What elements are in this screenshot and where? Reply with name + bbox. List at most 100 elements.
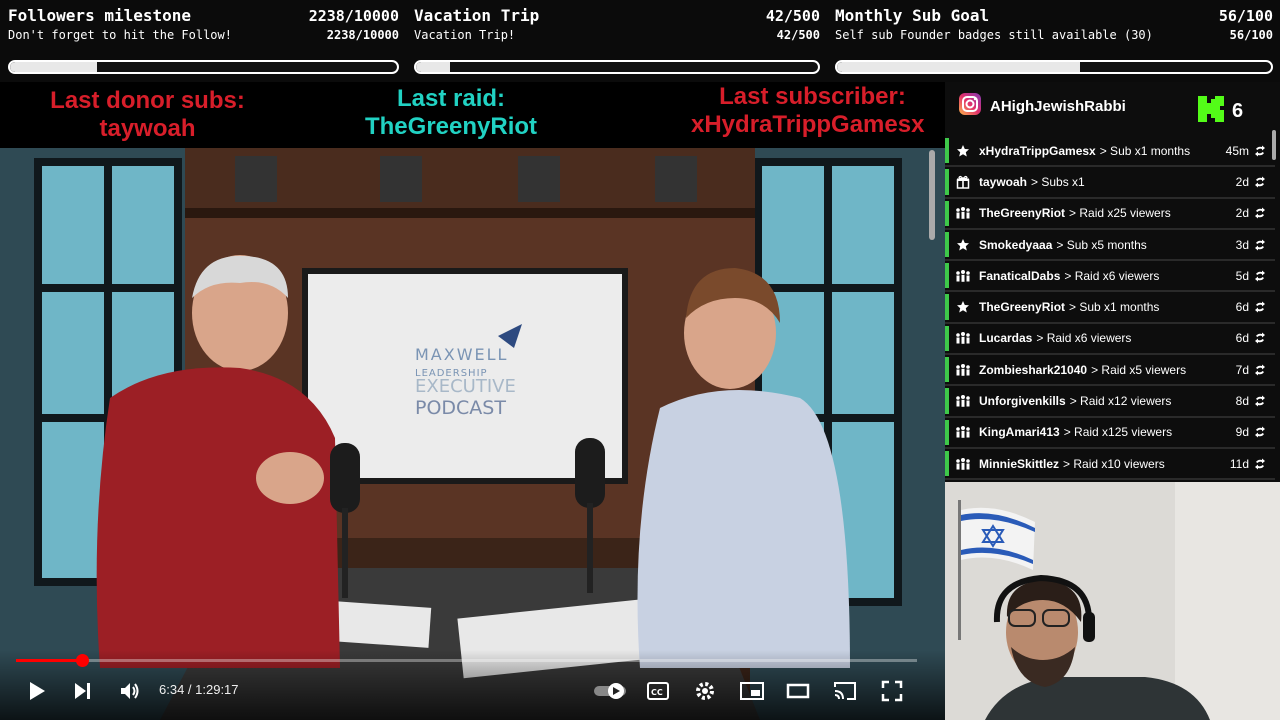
event-time: 11d bbox=[1229, 456, 1249, 471]
kick-viewers: 6 bbox=[1196, 94, 1243, 128]
left-scrollbar[interactable] bbox=[929, 150, 935, 240]
seek-bar[interactable] bbox=[16, 654, 917, 667]
event-row[interactable]: TheGreenyRiot > Raid x25 viewers 2d bbox=[945, 198, 1275, 230]
replay-icon[interactable] bbox=[1253, 238, 1267, 252]
seek-played bbox=[16, 659, 83, 662]
replay-icon[interactable] bbox=[1253, 144, 1267, 158]
kick-viewer-count: 6 bbox=[1232, 99, 1244, 122]
event-action: > Subs x1 bbox=[1031, 174, 1085, 189]
event-row[interactable]: xHydraTrippGamesx > Sub x1 months 45m bbox=[945, 136, 1275, 168]
play-icon[interactable] bbox=[24, 678, 50, 704]
replay-icon[interactable] bbox=[1253, 331, 1267, 345]
goal-vacation: Vacation Trip 42/500 Vacation Trip! 42/5… bbox=[414, 6, 820, 80]
event-user: TheGreenyRiot bbox=[979, 206, 1066, 221]
event-accent-bar bbox=[945, 169, 949, 195]
event-action: > Raid x6 viewers bbox=[1036, 331, 1132, 346]
replay-icon[interactable] bbox=[1253, 457, 1267, 471]
event-accent-bar bbox=[945, 419, 949, 445]
instagram-handle: AHighJewishRabbi bbox=[990, 97, 1126, 115]
event-user: MinnieSkittlez bbox=[979, 456, 1060, 471]
video-player[interactable]: MAXWELL LEADERSHIP EXECUTIVE PODCAST 6:3… bbox=[0, 148, 945, 720]
goal-followers: Followers milestone 2238/10000 Don't for… bbox=[8, 6, 399, 80]
raid-icon bbox=[955, 268, 971, 284]
goal-count-small: 42/500 bbox=[776, 28, 820, 42]
event-user: Unforgivenkills bbox=[979, 394, 1066, 409]
event-row[interactable]: MinnieSkittlez > Raid x10 viewers 11d bbox=[945, 448, 1275, 481]
event-row[interactable]: Smokedyaaa > Sub x5 months 3d bbox=[945, 229, 1275, 262]
event-action: > Sub x1 months bbox=[1099, 143, 1191, 158]
replay-icon[interactable] bbox=[1253, 394, 1267, 408]
event-time: 6d bbox=[1235, 300, 1249, 315]
replay-icon[interactable] bbox=[1253, 300, 1267, 314]
star-icon bbox=[955, 299, 971, 315]
goal-progress-fill bbox=[10, 62, 97, 72]
replay-icon[interactable] bbox=[1253, 206, 1267, 220]
fullscreen-icon[interactable] bbox=[879, 678, 905, 704]
replay-icon[interactable] bbox=[1253, 175, 1267, 189]
goal-progress-bar bbox=[835, 60, 1273, 74]
goal-progress-fill bbox=[837, 62, 1081, 72]
replay-icon[interactable] bbox=[1253, 363, 1267, 377]
event-accent-bar bbox=[945, 357, 949, 383]
event-user: Lucardas bbox=[979, 331, 1033, 346]
event-action: > Raid x25 viewers bbox=[1069, 206, 1171, 221]
event-row[interactable]: taywoah > Subs x1 2d bbox=[945, 167, 1275, 199]
goal-monthly-sub: Monthly Sub Goal 56/100 Self sub Founder… bbox=[835, 6, 1273, 80]
volume-icon[interactable] bbox=[117, 678, 143, 704]
event-time: 8d bbox=[1235, 394, 1249, 409]
event-time: 5d bbox=[1235, 268, 1249, 283]
cast-icon[interactable] bbox=[832, 678, 858, 704]
event-row[interactable]: FanaticalDabs > Raid x6 viewers 5d bbox=[945, 261, 1275, 293]
alert-strip: Last donor subs: taywoah Last raid: TheG… bbox=[0, 82, 945, 148]
replay-icon[interactable] bbox=[1253, 425, 1267, 439]
last-raid: Last raid: TheGreenyRiot bbox=[345, 85, 557, 141]
event-row[interactable]: Unforgivenkills > Raid x12 viewers 8d bbox=[945, 386, 1275, 418]
event-row[interactable]: Lucardas > Raid x6 viewers 6d bbox=[945, 323, 1275, 356]
raid-icon bbox=[955, 330, 971, 346]
event-action: > Raid x10 viewers bbox=[1063, 456, 1165, 471]
last-subscriber-value: xHydraTrippGamesx bbox=[691, 111, 925, 138]
last-subscriber-label: Last subscriber: bbox=[719, 83, 906, 110]
raid-icon bbox=[955, 424, 971, 440]
goal-count-small: 56/100 bbox=[1229, 28, 1273, 42]
event-accent-bar bbox=[945, 200, 949, 226]
goal-title: Monthly Sub Goal bbox=[835, 6, 990, 25]
autoplay-toggle-icon[interactable] bbox=[592, 678, 628, 704]
goal-count: 42/500 bbox=[765, 7, 820, 25]
event-row[interactable]: Zombieshark21040 > Raid x5 viewers 7d bbox=[945, 355, 1275, 387]
event-accent-bar bbox=[945, 450, 949, 477]
raid-icon bbox=[955, 393, 971, 409]
event-row[interactable]: KingAmari413 > Raid x125 viewers 9d bbox=[945, 417, 1275, 449]
captions-icon[interactable]: CC bbox=[645, 678, 671, 704]
event-user: KingAmari413 bbox=[979, 425, 1060, 440]
event-user: taywoah bbox=[979, 174, 1028, 189]
event-list-scrollbar[interactable] bbox=[1272, 130, 1276, 160]
settings-gear-icon[interactable] bbox=[692, 678, 718, 704]
event-accent-bar bbox=[945, 388, 949, 414]
replay-icon[interactable] bbox=[1253, 269, 1267, 283]
miniplayer-icon[interactable] bbox=[739, 678, 765, 704]
theater-mode-icon[interactable] bbox=[785, 678, 811, 704]
goal-title: Followers milestone bbox=[8, 6, 192, 25]
goal-progress-bar bbox=[8, 60, 399, 74]
event-time: 9d bbox=[1235, 425, 1249, 440]
instagram-tag: AHighJewishRabbi bbox=[958, 92, 1126, 120]
goal-count-small: 2238/10000 bbox=[326, 28, 399, 42]
event-accent-bar bbox=[945, 231, 949, 258]
goal-count: 2238/10000 bbox=[308, 7, 399, 25]
event-time: 2d bbox=[1235, 206, 1249, 221]
event-accent-bar bbox=[945, 138, 949, 164]
event-user: xHydraTrippGamesx bbox=[979, 143, 1096, 158]
goal-title: Vacation Trip bbox=[414, 6, 540, 25]
event-row[interactable]: TheGreenyRiot > Sub x1 months 6d bbox=[945, 292, 1275, 324]
event-action: > Raid x5 viewers bbox=[1091, 362, 1187, 377]
svg-text:CC: CC bbox=[651, 688, 663, 697]
event-time: 2d bbox=[1235, 174, 1249, 189]
next-icon[interactable] bbox=[70, 678, 96, 704]
goal-count: 56/100 bbox=[1218, 7, 1273, 25]
event-user: FanaticalDabs bbox=[979, 268, 1061, 283]
last-subscriber: Last subscriber: xHydraTrippGamesx bbox=[680, 83, 945, 139]
webcam-feed bbox=[945, 482, 1280, 720]
event-user: Zombieshark21040 bbox=[979, 362, 1088, 377]
event-time: 7d bbox=[1235, 362, 1249, 377]
